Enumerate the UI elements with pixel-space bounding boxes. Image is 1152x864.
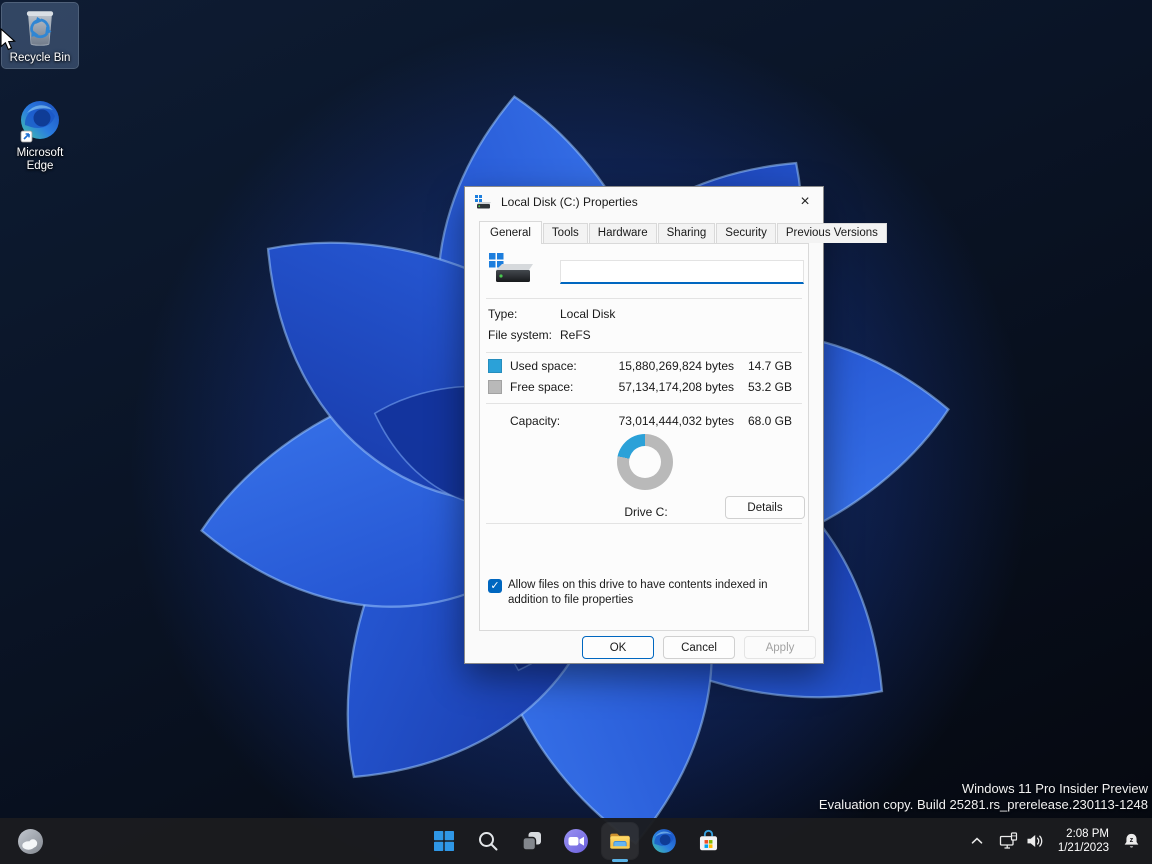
dialog-button-row: OK Cancel Apply xyxy=(582,636,816,659)
separator xyxy=(486,352,802,353)
general-tab-page: Type: Local Disk File system: ReFS Used … xyxy=(479,243,809,631)
dialog-title: Local Disk (C:) Properties xyxy=(501,195,638,209)
file-system-row: File system: ReFS xyxy=(488,328,800,346)
file-system-label: File system: xyxy=(488,328,560,346)
ok-button[interactable]: OK xyxy=(582,636,654,659)
type-label: Type: xyxy=(488,307,560,325)
taskbar-clock[interactable]: 2:08 PM 1/21/2023 xyxy=(1054,821,1113,861)
evaluation-watermark: Windows 11 Pro Insider Preview Evaluatio… xyxy=(819,781,1148,812)
used-space-row: Used space: 15,880,269,824 bytes 14.7 GB xyxy=(488,356,792,376)
clock-time: 2:08 PM xyxy=(1058,827,1109,841)
free-space-bytes: 57,134,174,208 bytes xyxy=(602,380,734,394)
free-space-label: Free space: xyxy=(510,380,602,394)
close-icon[interactable]: × xyxy=(787,187,823,217)
desktop-icon-recycle-bin[interactable]: Recycle Bin xyxy=(2,3,78,68)
drive-title-icon xyxy=(475,195,493,209)
donut-hole xyxy=(629,446,661,478)
capacity-size: 68.0 GB xyxy=(734,414,792,428)
index-contents-checkbox-row[interactable]: ✓ Allow files on this drive to have cont… xyxy=(488,578,800,608)
desktop-icon-label: Microsoft Edge xyxy=(4,147,76,173)
desktop: Recycle Bin Microsoft Edge Windows 11 Pr… xyxy=(0,0,1152,864)
free-space-row: Free space: 57,134,174,208 bytes 53.2 GB xyxy=(488,377,792,397)
network-volume-button[interactable] xyxy=(994,821,1050,861)
volume-icon xyxy=(1025,832,1045,850)
local-disk-properties-dialog: Local Disk (C:) Properties × General Too… xyxy=(464,186,824,664)
free-space-swatch xyxy=(488,380,502,394)
apply-button[interactable]: Apply xyxy=(744,636,816,659)
dialog-titlebar[interactable]: Local Disk (C:) Properties × xyxy=(465,187,823,217)
checkbox-checked-icon[interactable]: ✓ xyxy=(488,579,502,593)
svg-text:z: z xyxy=(1130,835,1134,844)
tab-general[interactable]: General xyxy=(479,221,542,244)
capacity-label: Capacity: xyxy=(510,414,602,428)
task-view-button[interactable] xyxy=(510,819,554,863)
edge-desktop-icon xyxy=(17,99,63,145)
used-space-label: Used space: xyxy=(510,359,602,373)
tab-sharing[interactable]: Sharing xyxy=(658,223,716,243)
free-space-size: 53.2 GB xyxy=(734,380,792,394)
watermark-line-1: Windows 11 Pro Insider Preview xyxy=(819,781,1148,797)
volume-label-input[interactable] xyxy=(560,260,804,284)
separator xyxy=(486,403,802,404)
system-tray: 2:08 PM 1/21/2023 z xyxy=(964,818,1146,864)
disk-usage-donut xyxy=(617,434,673,490)
edge-button[interactable] xyxy=(642,819,686,863)
clock-date: 1/21/2023 xyxy=(1058,841,1109,855)
drive-icon xyxy=(488,252,536,286)
watermark-line-2: Evaluation copy. Build 25281.rs_prerelea… xyxy=(819,797,1148,813)
details-button[interactable]: Details xyxy=(725,496,805,519)
network-icon xyxy=(999,832,1019,850)
search-button[interactable] xyxy=(466,819,510,863)
separator xyxy=(486,298,802,299)
recycle-bin-icon xyxy=(19,6,61,50)
shortcut-arrow-badge xyxy=(21,131,32,142)
capacity-bytes: 73,014,444,032 bytes xyxy=(602,414,734,428)
dialog-tabstrip: General Tools Hardware Sharing Security … xyxy=(479,221,809,243)
type-value: Local Disk xyxy=(560,307,615,325)
cancel-button[interactable]: Cancel xyxy=(663,636,735,659)
taskbar: 2:08 PM 1/21/2023 z xyxy=(0,818,1152,864)
desktop-icon-microsoft-edge[interactable]: Microsoft Edge xyxy=(2,96,78,176)
notification-center-button[interactable]: z xyxy=(1117,821,1146,861)
used-space-size: 14.7 GB xyxy=(734,359,792,373)
used-space-swatch xyxy=(488,359,502,373)
tab-hardware[interactable]: Hardware xyxy=(589,223,657,243)
tray-expand-button[interactable] xyxy=(964,821,990,861)
type-row: Type: Local Disk xyxy=(488,307,800,325)
desktop-icon-label: Recycle Bin xyxy=(10,52,71,65)
chevron-up-icon xyxy=(969,833,985,849)
separator xyxy=(486,523,802,524)
tab-security[interactable]: Security xyxy=(716,223,776,243)
capacity-row: Capacity: 73,014,444,032 bytes 68.0 GB xyxy=(488,411,792,431)
tab-previous-versions[interactable]: Previous Versions xyxy=(777,223,887,243)
start-button[interactable] xyxy=(422,819,466,863)
file-system-value: ReFS xyxy=(560,328,591,346)
used-space-bytes: 15,880,269,824 bytes xyxy=(602,359,734,373)
tab-tools[interactable]: Tools xyxy=(543,223,588,243)
do-not-disturb-bell-icon: z xyxy=(1122,832,1141,851)
file-explorer-button[interactable] xyxy=(598,819,642,863)
store-button[interactable] xyxy=(686,819,730,863)
chat-button[interactable] xyxy=(554,819,598,863)
index-contents-checkbox-label: Allow files on this drive to have conten… xyxy=(508,578,800,608)
